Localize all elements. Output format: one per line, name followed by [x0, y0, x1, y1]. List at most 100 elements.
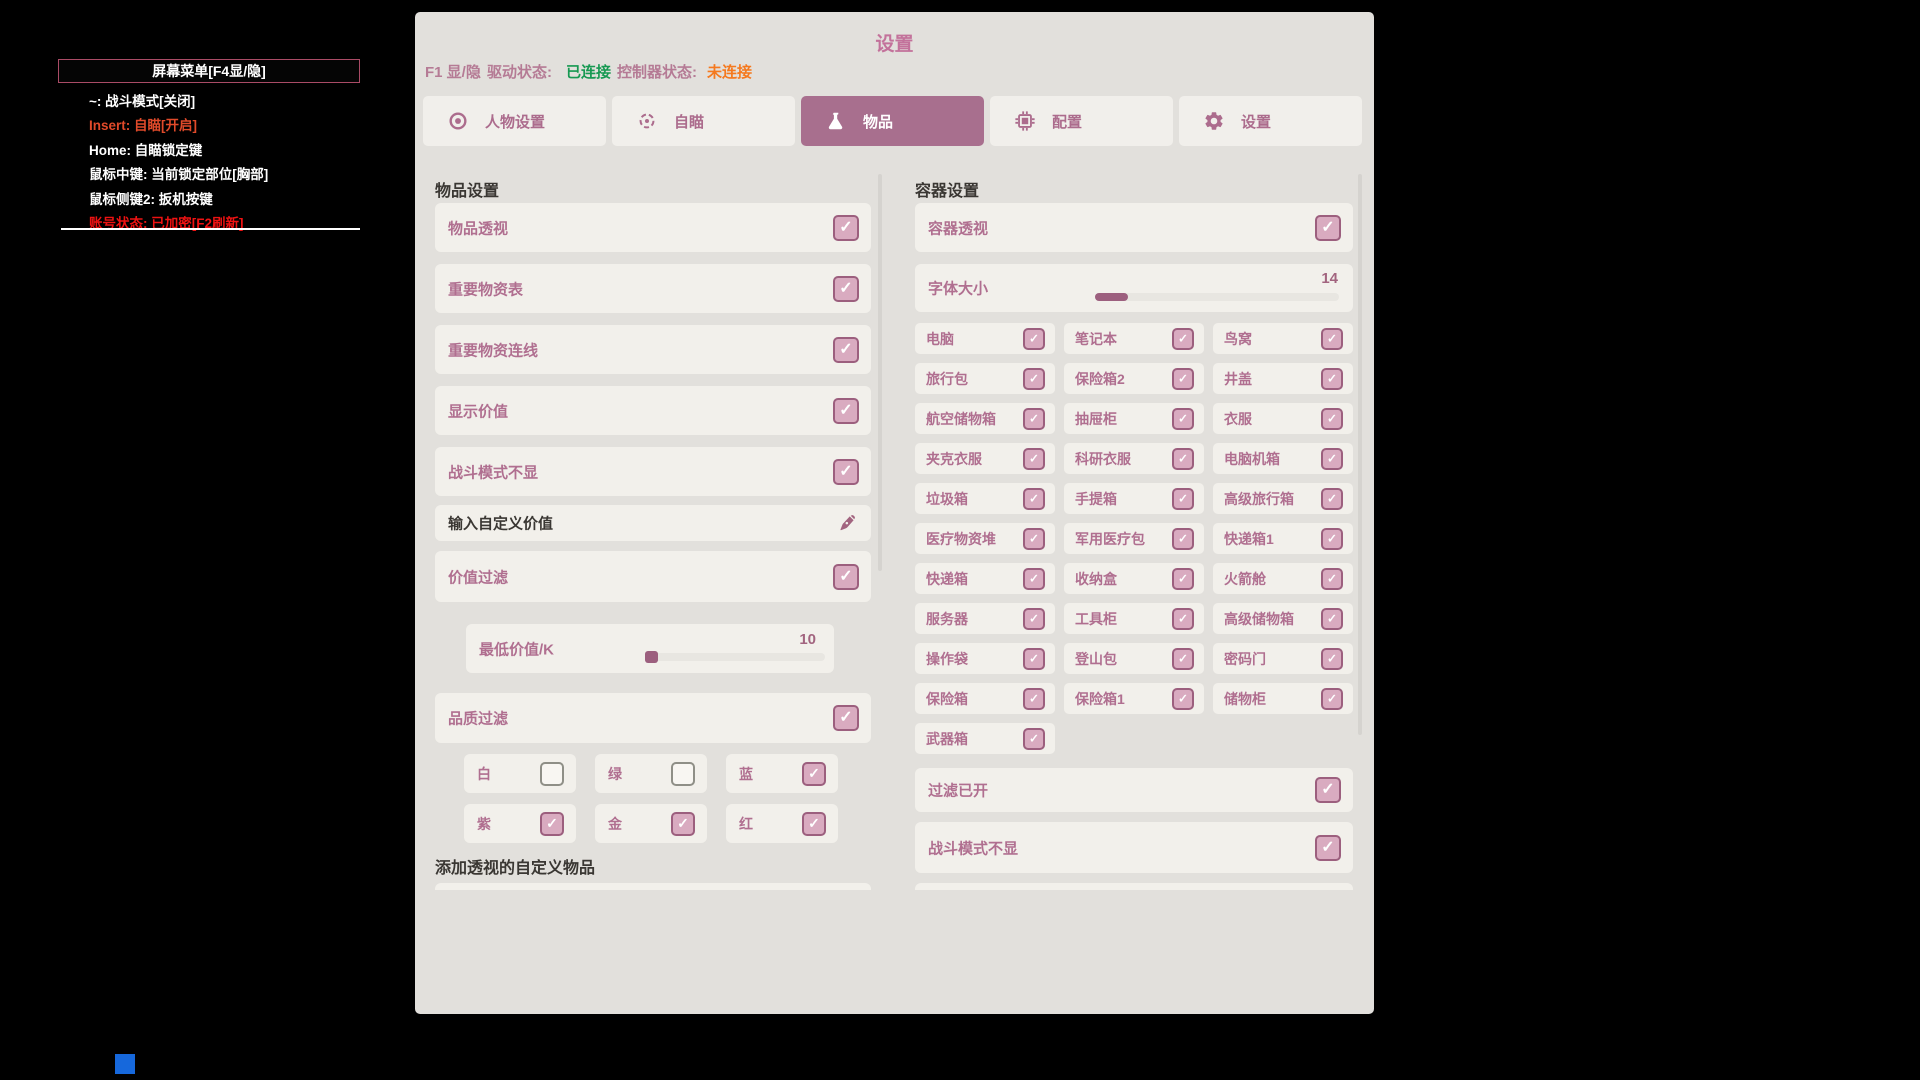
container-toggle[interactable]: 保险箱2: [1064, 363, 1204, 394]
container-toggle[interactable]: 快递箱: [915, 563, 1055, 594]
toggle-row[interactable]: 显示价值: [435, 386, 871, 435]
checkbox[interactable]: [1315, 214, 1341, 241]
container-toggle[interactable]: 服务器: [915, 603, 1055, 634]
checkbox[interactable]: [1172, 487, 1194, 510]
container-toggle[interactable]: 衣服: [1213, 403, 1353, 434]
checkbox[interactable]: [1321, 367, 1343, 390]
checkbox[interactable]: [671, 811, 695, 836]
container-toggle[interactable]: 操作袋: [915, 643, 1055, 674]
quality-option[interactable]: 金: [595, 804, 707, 843]
checkbox[interactable]: [1315, 777, 1341, 803]
tab-items[interactable]: 物品: [801, 96, 984, 146]
tab-aimbot[interactable]: 自瞄: [612, 96, 795, 146]
container-toggle[interactable]: 电脑: [915, 323, 1055, 354]
container-toggle[interactable]: 快递箱1: [1213, 523, 1353, 554]
container-toggle[interactable]: 储物柜: [1213, 683, 1353, 714]
container-toggle[interactable]: 高级储物箱: [1213, 603, 1353, 634]
container-toggle[interactable]: 科研衣服: [1064, 443, 1204, 474]
container-toggle[interactable]: 登山包: [1064, 643, 1204, 674]
checkbox[interactable]: [1023, 647, 1045, 670]
checkbox[interactable]: [1321, 567, 1343, 590]
checkbox[interactable]: [1023, 367, 1045, 390]
checkbox[interactable]: [1321, 687, 1343, 710]
quality-option[interactable]: 绿: [595, 754, 707, 793]
quality-option[interactable]: 紫: [464, 804, 576, 843]
checkbox[interactable]: [1023, 687, 1045, 710]
slider-handle[interactable]: [645, 651, 658, 663]
checkbox[interactable]: [833, 458, 859, 485]
tab-settings[interactable]: 设置: [1179, 96, 1362, 146]
tab-character-settings[interactable]: 人物设置: [423, 96, 606, 146]
checkbox[interactable]: [1321, 647, 1343, 670]
container-toggle[interactable]: 井盖: [1213, 363, 1353, 394]
checkbox[interactable]: [1172, 647, 1194, 670]
container-toggle[interactable]: 火箭舱: [1213, 563, 1353, 594]
container-toggle[interactable]: 军用医疗包: [1064, 523, 1204, 554]
toggle-row[interactable]: 物品透视: [435, 203, 871, 252]
checkbox[interactable]: [833, 214, 859, 241]
toggle-row[interactable]: 战斗模式不显: [435, 447, 871, 496]
container-toggle[interactable]: 保险箱1: [1064, 683, 1204, 714]
checkbox[interactable]: [1023, 327, 1045, 350]
filter-on-row[interactable]: 过滤已开: [915, 768, 1353, 812]
checkbox[interactable]: [1023, 727, 1045, 750]
container-toggle[interactable]: 保险箱: [915, 683, 1055, 714]
container-esp-row[interactable]: 容器透视: [915, 203, 1353, 252]
checkbox[interactable]: [1321, 527, 1343, 550]
container-toggle[interactable]: 电脑机箱: [1213, 443, 1353, 474]
right-scrollbar[interactable]: [1358, 174, 1362, 735]
custom-value-input-row[interactable]: 输入自定义价值: [435, 505, 871, 541]
container-toggle[interactable]: 密码门: [1213, 643, 1353, 674]
container-toggle[interactable]: 垃圾箱: [915, 483, 1055, 514]
container-toggle[interactable]: 武器箱: [915, 723, 1055, 754]
font-size-slider[interactable]: [1095, 293, 1339, 301]
checkbox[interactable]: [833, 336, 859, 363]
checkbox[interactable]: [540, 761, 564, 786]
checkbox[interactable]: [1172, 607, 1194, 630]
container-toggle[interactable]: 鸟窝: [1213, 323, 1353, 354]
container-toggle[interactable]: 医疗物资堆: [915, 523, 1055, 554]
checkbox[interactable]: [1172, 407, 1194, 430]
checkbox[interactable]: [1321, 487, 1343, 510]
toggle-row[interactable]: 重要物资表: [435, 264, 871, 313]
checkbox[interactable]: [1172, 327, 1194, 350]
checkbox[interactable]: [1023, 487, 1045, 510]
checkbox[interactable]: [1172, 367, 1194, 390]
container-toggle[interactable]: 手提箱: [1064, 483, 1204, 514]
checkbox[interactable]: [802, 761, 826, 786]
container-toggle[interactable]: 夹克衣服: [915, 443, 1055, 474]
container-toggle[interactable]: 旅行包: [915, 363, 1055, 394]
container-toggle[interactable]: 高级旅行箱: [1213, 483, 1353, 514]
checkbox[interactable]: [833, 563, 859, 590]
checkbox[interactable]: [1321, 607, 1343, 630]
combat-hide-row[interactable]: 战斗模式不显: [915, 822, 1353, 873]
tab-config[interactable]: 配置: [990, 96, 1173, 146]
checkbox[interactable]: [833, 275, 859, 302]
container-toggle[interactable]: 工具柜: [1064, 603, 1204, 634]
checkbox[interactable]: [833, 397, 859, 424]
value-filter-row[interactable]: 价值过滤: [435, 551, 871, 602]
checkbox[interactable]: [671, 761, 695, 786]
checkbox[interactable]: [1023, 527, 1045, 550]
checkbox[interactable]: [540, 811, 564, 836]
slider-fill[interactable]: [1095, 293, 1128, 301]
container-toggle[interactable]: 抽屉柜: [1064, 403, 1204, 434]
checkbox[interactable]: [1023, 607, 1045, 630]
quality-option[interactable]: 蓝: [726, 754, 838, 793]
checkbox[interactable]: [1321, 407, 1343, 430]
checkbox[interactable]: [1321, 447, 1343, 470]
checkbox[interactable]: [1172, 527, 1194, 550]
checkbox[interactable]: [1315, 834, 1341, 861]
quality-option[interactable]: 红: [726, 804, 838, 843]
container-toggle[interactable]: 航空储物箱: [915, 403, 1055, 434]
checkbox[interactable]: [1023, 447, 1045, 470]
container-toggle[interactable]: 收纳盒: [1064, 563, 1204, 594]
checkbox[interactable]: [1172, 567, 1194, 590]
container-toggle[interactable]: 笔记本: [1064, 323, 1204, 354]
checkbox[interactable]: [802, 811, 826, 836]
checkbox[interactable]: [833, 705, 859, 731]
checkbox[interactable]: [1172, 447, 1194, 470]
toggle-row[interactable]: 重要物资连线: [435, 325, 871, 374]
left-scrollbar[interactable]: [878, 174, 882, 571]
pen-icon[interactable]: [837, 513, 857, 533]
